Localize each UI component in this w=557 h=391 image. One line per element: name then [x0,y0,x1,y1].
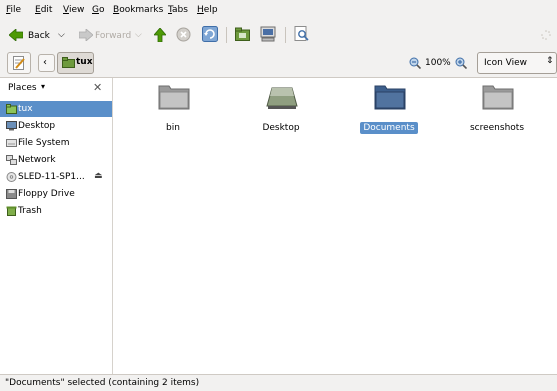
file-label: Documents [349,122,429,134]
folder-icon [158,85,190,110]
status-text: "Documents" selected (containing 2 items… [5,378,200,388]
back-arrow-icon [9,29,23,41]
cdrom-icon [6,172,17,182]
forward-button[interactable]: Forward ⌵ [77,25,147,46]
sidebar-item-trash[interactable]: Trash [0,203,112,219]
file-label-text: Documents [360,122,418,134]
location-bar: ‹ tux 100% Icon View ⇕ [0,49,557,78]
network-icon [6,155,17,165]
back-button[interactable]: Back ⌵ [6,25,70,46]
home-folder-icon[interactable] [235,27,250,41]
file-label-text: screenshots [469,123,525,133]
documents-folder-icon [374,85,406,110]
sidebar-type-select[interactable]: Places ▾ [5,81,51,96]
desktop-folder-icon [266,87,298,109]
menu-bookmarks[interactable]: Bookmarks [113,5,163,15]
sidebar-item-network[interactable]: Network [0,152,112,168]
spinner-arrows-icon: ⇕ [546,56,554,66]
zoom-in-icon[interactable] [455,57,467,69]
sidebar-item-label: Network [18,155,56,165]
toolbar-separator [226,27,227,43]
sidebar-item-label: File System [18,138,70,148]
sidebar-item-label: Trash [18,206,42,216]
file-item-bin[interactable]: bin [133,82,213,142]
home-folder-icon [6,104,17,114]
menu-bookmarks-label: ookmarks [119,5,164,15]
view-mode-value: Icon View [484,58,528,68]
home-folder-icon [62,57,75,68]
folder-icon [482,85,514,110]
menubar: File Edit View Go Bookmarks Tabs Help [0,0,557,22]
sidebar-item-cdrom[interactable]: SLED-11-SP1... ⏏ [0,169,112,185]
sidebar-item-label: tux [18,104,33,114]
sidebar-item-label: SLED-11-SP1... [18,172,85,182]
reload-icon[interactable] [202,26,218,42]
file-label: Desktop [241,123,321,133]
zoom-out-icon[interactable] [409,57,421,69]
chevron-down-icon: ▾ [41,82,46,91]
path-button-tux[interactable]: tux [57,52,94,74]
toolbar: Back ⌵ Forward ⌵ [0,22,557,49]
forward-history-chevron-icon[interactable]: ⌵ [135,30,142,40]
up-arrow-icon[interactable] [154,28,166,42]
forward-label: Forward [95,31,132,41]
file-view[interactable]: bin Desktop Documents screenshots [113,78,557,374]
file-label-text: Desktop [262,123,300,133]
menu-file[interactable]: File [6,5,21,15]
sidebar-item-tux[interactable]: tux [0,101,112,117]
sidebar-item-desktop[interactable]: Desktop [0,118,112,134]
menu-help-mnemonic: H [197,5,204,15]
menu-view-label: iew [68,5,85,15]
zoom-level[interactable]: 100% [425,58,451,68]
toggle-location-button[interactable] [7,52,31,74]
file-item-documents[interactable]: Documents [349,82,429,142]
menu-go[interactable]: Go [92,5,105,15]
close-sidebar-icon[interactable]: ✕ [93,81,102,94]
view-mode-select[interactable]: Icon View ⇕ [477,52,557,74]
file-label-text: bin [166,123,180,133]
toolbar-separator [285,27,286,43]
throbber-icon [541,30,551,40]
eject-icon[interactable]: ⏏ [94,171,103,181]
menu-tabs[interactable]: Tabs [168,5,188,15]
computer-icon[interactable] [260,26,276,42]
sidebar-item-label: Desktop [18,121,56,131]
menu-tabs-label: abs [172,5,188,15]
desktop-icon [6,121,17,131]
sidebar: Places ▾ ✕ tux Desktop File System Netwo… [0,78,113,374]
stop-icon[interactable] [176,27,191,42]
menu-go-label: o [98,5,105,15]
file-label: bin [133,123,213,133]
menu-view[interactable]: View [63,5,84,15]
search-icon[interactable] [294,26,309,42]
sidebar-item-file-system[interactable]: File System [0,135,112,151]
menu-help[interactable]: Help [197,5,218,15]
sidebar-item-floppy-drive[interactable]: Floppy Drive [0,186,112,202]
statusbar: "Documents" selected (containing 2 items… [0,374,557,391]
file-label: screenshots [457,123,537,133]
menu-edit-label: dit [40,5,53,15]
path-button-label: tux [76,57,93,67]
back-label: Back [28,31,50,41]
sidebar-item-label: Floppy Drive [18,189,75,199]
file-item-screenshots[interactable]: screenshots [457,82,537,142]
trash-icon [6,206,17,216]
file-item-desktop[interactable]: Desktop [241,82,321,142]
sidebar-header: Places [8,83,37,93]
back-history-chevron-icon[interactable]: ⌵ [58,30,65,40]
chevron-left-icon: ‹ [43,57,47,68]
edit-location-icon [13,56,25,70]
menu-file-label: ile [10,5,22,15]
menu-edit[interactable]: Edit [35,5,52,15]
menu-help-label: elp [203,5,218,15]
harddisk-icon [6,139,17,147]
floppy-icon [6,189,17,199]
forward-arrow-icon [79,29,93,41]
path-scroll-left-button[interactable]: ‹ [38,54,55,72]
menu-go-mnemonic: G [92,5,99,15]
